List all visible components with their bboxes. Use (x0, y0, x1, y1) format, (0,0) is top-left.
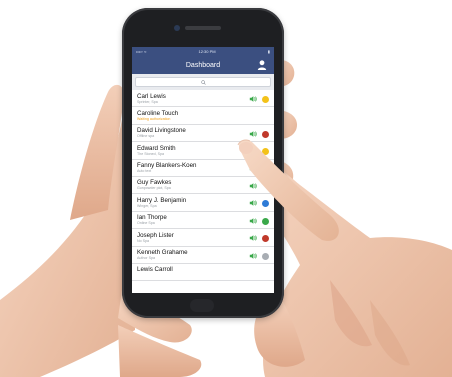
status-indicator (262, 96, 269, 103)
contact-row[interactable]: Carl Lewis Sprinter, Spa (132, 90, 274, 108)
contact-row[interactable]: Guy Fawkes Gunpowder plot, Spa (132, 177, 274, 195)
contact-row[interactable]: Caroline Touch Waiting authorization (132, 107, 274, 125)
contact-row[interactable]: David Livingstone Offline spa (132, 125, 274, 143)
speaker-icon[interactable] (249, 234, 257, 242)
speaker-icon[interactable] (249, 217, 257, 225)
navigation-bar: Dashboard (132, 56, 274, 74)
speaker-icon[interactable] (249, 165, 257, 173)
battery-icon: ▮ (267, 49, 270, 54)
contact-name: Caroline Touch (137, 109, 179, 117)
speaker-icon[interactable] (249, 147, 257, 155)
smartphone: ••••◦ ≈ 12:30 PM ▮ Dashboard Carl Lewis S… (122, 8, 284, 318)
status-indicator (262, 130, 269, 138)
contact-row[interactable]: Edward Smith The Stoned, Spa (132, 142, 274, 160)
user-icon[interactable] (256, 59, 268, 71)
contact-row[interactable]: Joseph Lister No Spa (132, 229, 274, 247)
page-title: Dashboard (185, 61, 221, 69)
speaker-icon[interactable] (249, 95, 257, 103)
contact-name: Lewis Carroll (137, 266, 173, 274)
phone-screen: ••••◦ ≈ 12:30 PM ▮ Dashboard Carl Lewis S… (132, 47, 274, 293)
status-time: 12:30 PM (198, 49, 216, 54)
search-input[interactable] (135, 77, 271, 87)
contact-row[interactable]: Harry J. Benjamin Winger, Spa (132, 194, 274, 212)
earpiece-speaker (185, 26, 221, 30)
contact-row[interactable]: Ian Thorpe Online Spa (132, 212, 274, 230)
contact-row[interactable]: Lewis Carroll (132, 264, 274, 282)
front-camera (174, 25, 180, 31)
home-button[interactable] (190, 299, 214, 312)
contact-row[interactable]: Kenneth Grahame Author Spa (132, 247, 274, 264)
contact-subtitle: Waiting authorization (137, 116, 171, 121)
contact-list: Carl Lewis Sprinter, Spa Caroline Touch Wai… (132, 90, 274, 282)
speaker-icon[interactable] (249, 252, 257, 260)
speaker-icon[interactable] (249, 199, 257, 207)
status-indicator (262, 252, 269, 260)
search-icon (200, 79, 206, 85)
status-indicator (262, 217, 269, 225)
speaker-icon[interactable] (249, 182, 257, 190)
status-bar: ••••◦ ≈ 12:30 PM ▮ (132, 47, 274, 56)
carrier-signal: ••••◦ ≈ (136, 49, 147, 54)
contact-row[interactable]: Fanny Blankers-Koen Auto text (132, 160, 274, 177)
speaker-icon[interactable] (249, 130, 257, 138)
search-bar (132, 74, 274, 90)
